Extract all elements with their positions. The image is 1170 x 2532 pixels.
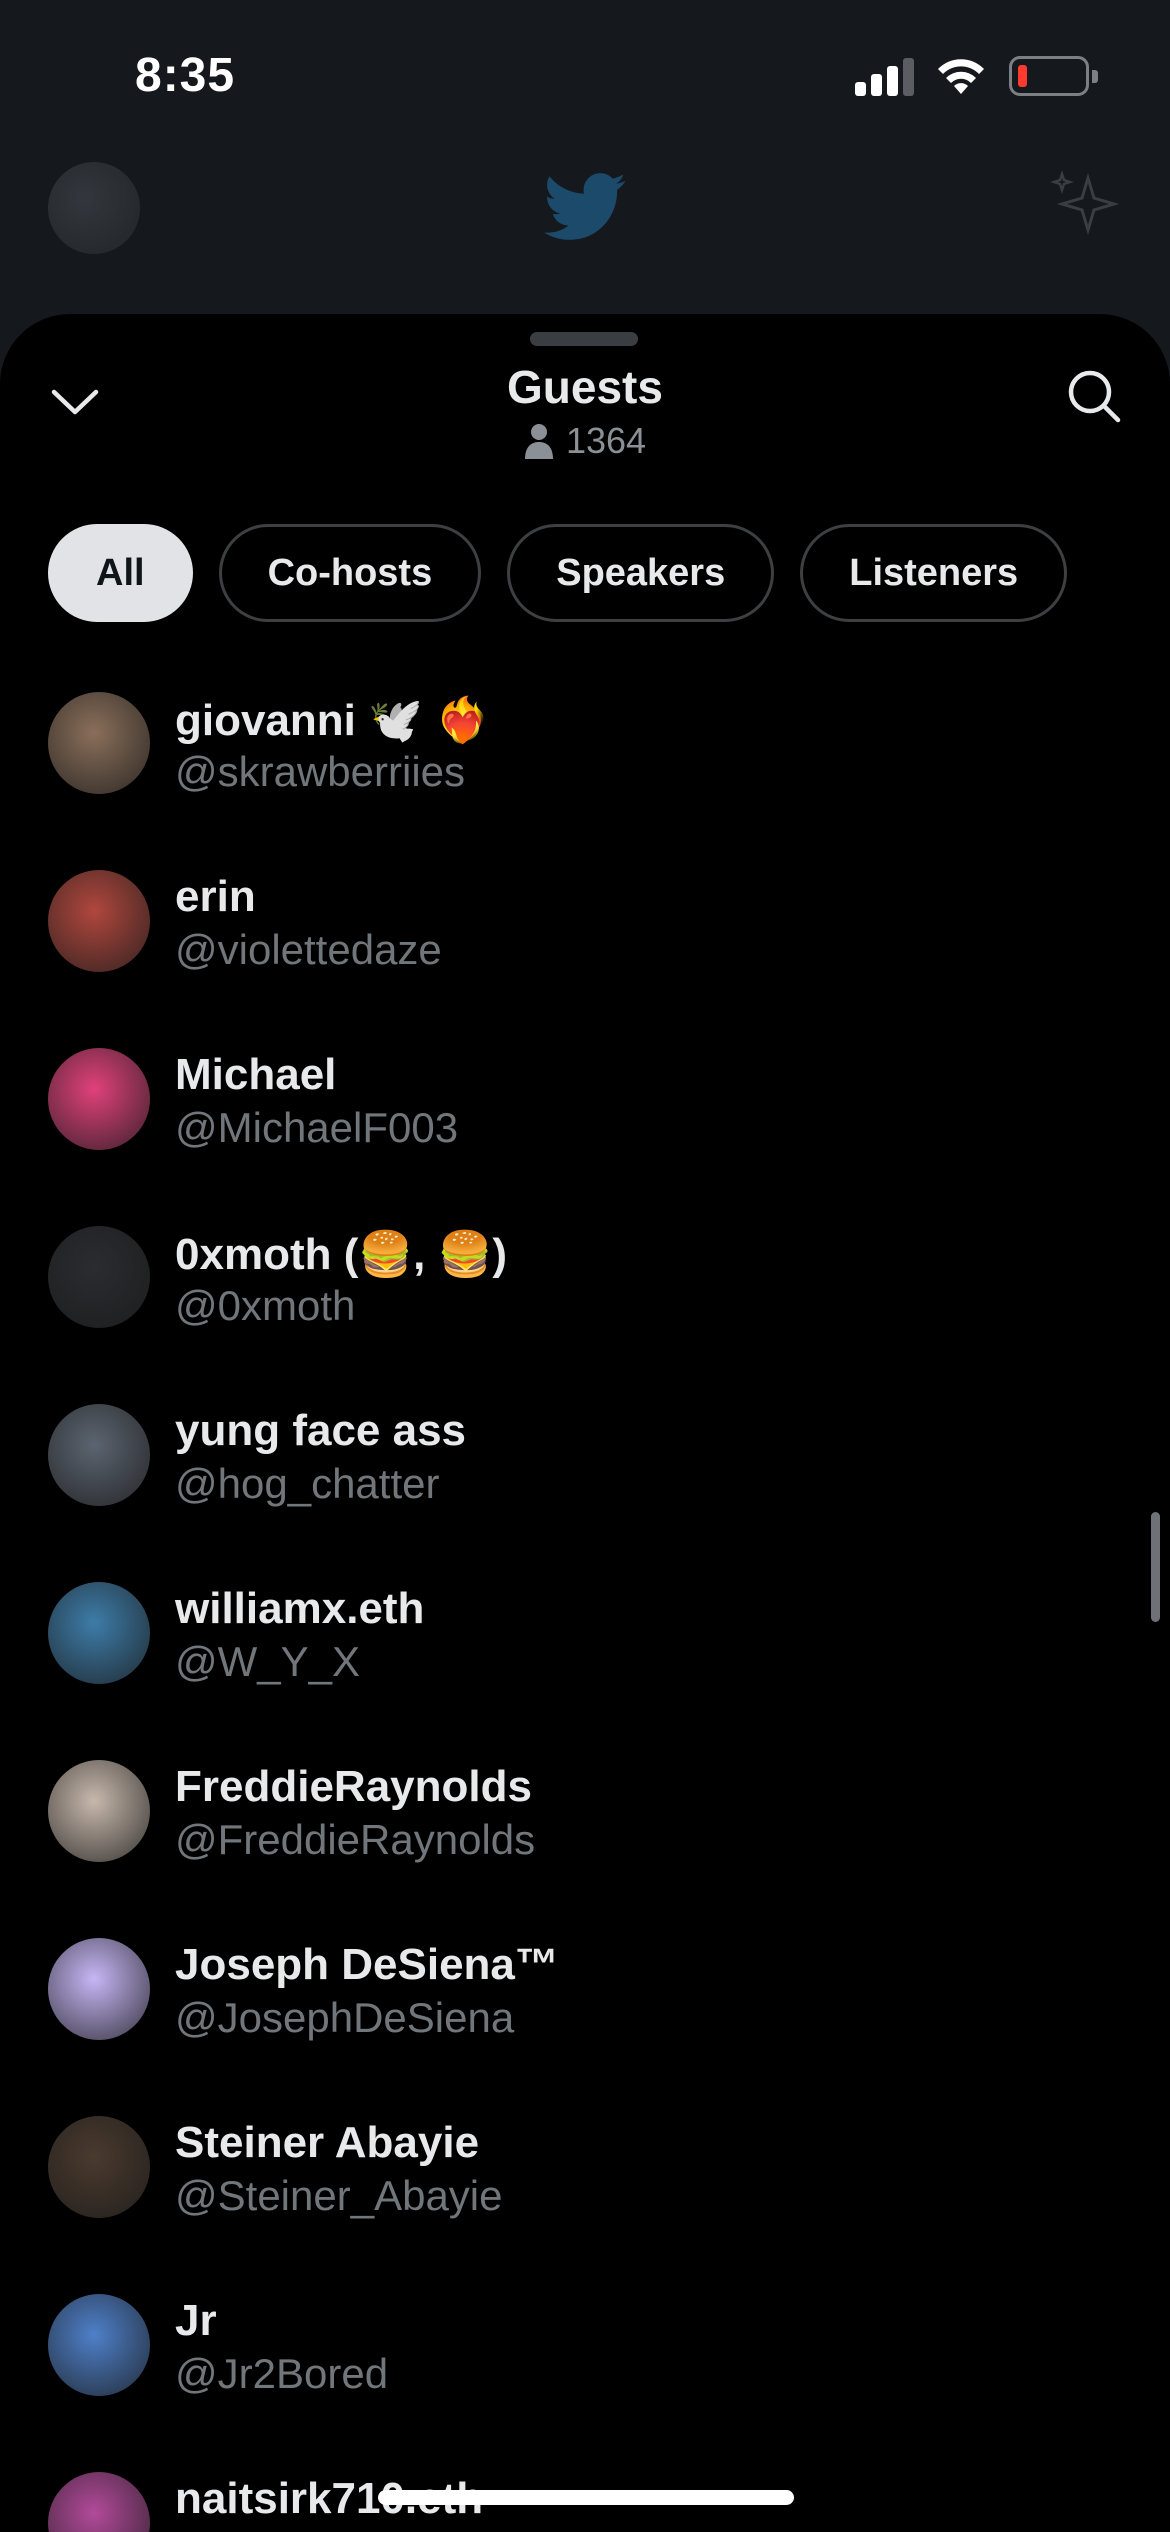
avatar <box>48 1404 150 1506</box>
guest-name: erin <box>175 872 256 921</box>
guest-name: yung face ass <box>175 1406 467 1455</box>
guest-name: FreddieRaynolds <box>175 1762 532 1811</box>
status-time: 8:35 <box>135 49 236 102</box>
guest-name: Jr <box>175 2296 217 2345</box>
avatar <box>48 1582 150 1684</box>
list-item[interactable]: williamx.eth @W_Y_X <box>0 1582 1170 1760</box>
search-icon[interactable] <box>1064 366 1124 426</box>
tab-speakers[interactable]: Speakers <box>507 524 775 622</box>
home-indicator[interactable] <box>378 2490 794 2505</box>
cellular-signal-icon <box>855 58 915 96</box>
profile-avatar-background <box>48 162 140 254</box>
guest-handle: @violettedaze <box>175 926 442 973</box>
status-bar: 8:35 <box>0 0 1170 150</box>
guest-name: Steiner Abayie <box>175 2118 480 2167</box>
avatar <box>48 1048 150 1150</box>
guest-name: giovanni 🕊️ ❤️‍🔥 <box>175 696 490 745</box>
battery-icon <box>1009 56 1098 96</box>
list-item[interactable]: erin @violettedaze <box>0 870 1170 1048</box>
avatar <box>48 1760 150 1862</box>
avatar <box>48 2116 150 2218</box>
sheet-title: Guests <box>507 361 663 413</box>
guest-handle: @0xmoth <box>175 1282 356 1329</box>
avatar <box>48 692 150 794</box>
scrollbar[interactable] <box>1151 1512 1160 1622</box>
sparkle-icon <box>1050 170 1120 236</box>
guest-handle: @MichaelF003 <box>175 1104 459 1151</box>
guest-handle: @JosephDeSiena <box>175 1994 515 2041</box>
tab-co-hosts[interactable]: Co-hosts <box>218 524 482 622</box>
list-item[interactable]: yung face ass @hog_chatter <box>0 1404 1170 1582</box>
avatar <box>48 1226 150 1328</box>
guest-count: 1364 <box>0 420 1170 462</box>
guest-handle: @skrawberriies <box>175 748 466 795</box>
avatar <box>48 2472 150 2532</box>
twitter-bird-icon <box>545 173 626 240</box>
list-item[interactable]: Jr @Jr2Bored <box>0 2294 1170 2472</box>
list-item[interactable]: giovanni 🕊️ ❤️‍🔥 @skrawberriies <box>0 692 1170 870</box>
avatar <box>48 1938 150 2040</box>
avatar <box>48 2294 150 2396</box>
guests-sheet: Guests 1364 All Co-hosts Speakers Listen… <box>0 314 1170 2532</box>
guest-handle: @hog_chatter <box>175 1460 440 1507</box>
list-item[interactable]: Joseph DeSiena™ @JosephDeSiena <box>0 1938 1170 2116</box>
tab-listeners[interactable]: Listeners <box>800 524 1068 622</box>
sheet-grabber[interactable] <box>530 332 638 346</box>
list-item[interactable]: FreddieRaynolds @FreddieRaynolds <box>0 1760 1170 1938</box>
guest-handle: @Steiner_Abayie <box>175 2172 503 2219</box>
guest-name: 0xmoth (🍔, 🍔) <box>175 1230 508 1279</box>
list-item[interactable]: 0xmoth (🍔, 🍔) @0xmoth <box>0 1226 1170 1404</box>
filter-tabs: All Co-hosts Speakers Listeners <box>48 524 1068 622</box>
guest-handle: @W_Y_X <box>175 1638 361 1685</box>
list-item[interactable]: Steiner Abayie @Steiner_Abayie <box>0 2116 1170 2294</box>
avatar <box>48 870 150 972</box>
tab-all[interactable]: All <box>48 524 193 622</box>
guest-handle: @Jr2Bored <box>175 2350 389 2397</box>
list-item[interactable]: Michael @MichaelF003 <box>0 1048 1170 1226</box>
guest-handle: @FreddieRaynolds <box>175 1816 536 1863</box>
guest-count-value: 1364 <box>565 420 647 461</box>
guest-name: Michael <box>175 1050 337 1099</box>
guest-list: giovanni 🕊️ ❤️‍🔥 @skrawberriies erin @vi… <box>0 692 1170 2532</box>
guest-name: Joseph DeSiena™ <box>175 1940 559 1989</box>
guest-name: williamx.eth <box>175 1584 425 1633</box>
person-icon <box>524 424 553 459</box>
wifi-icon <box>938 59 984 94</box>
